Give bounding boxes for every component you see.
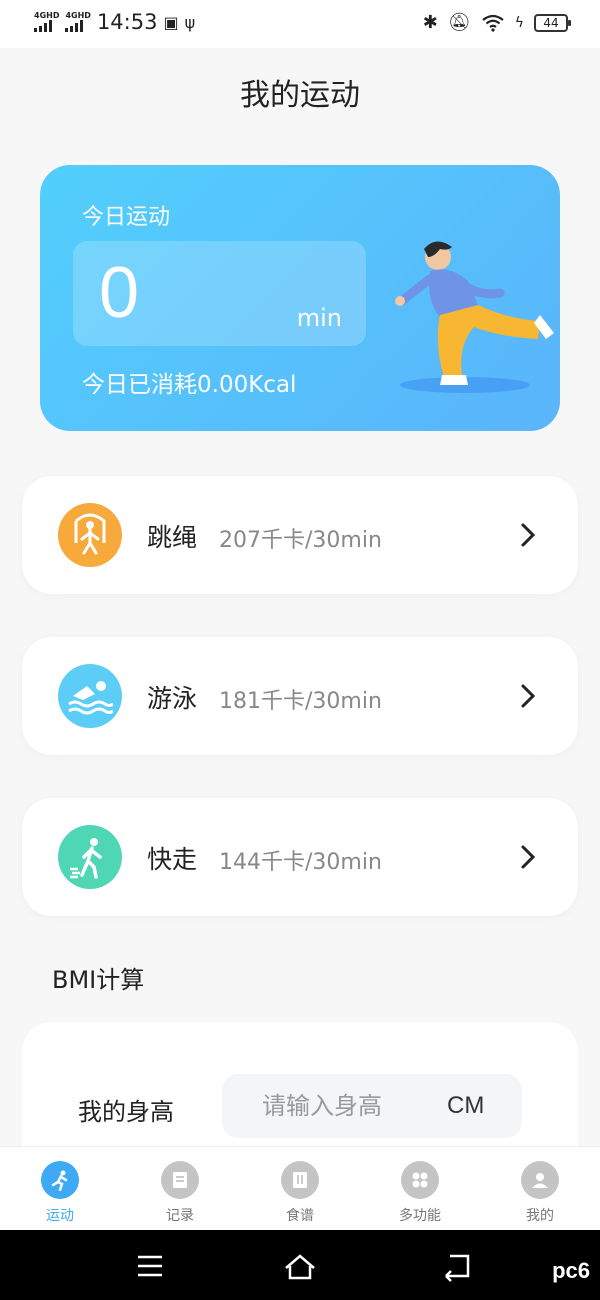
wifi-icon bbox=[482, 14, 504, 32]
profile-icon bbox=[521, 1161, 559, 1199]
exercise-card-brisk-walk[interactable]: 快走 144千卡/30min bbox=[22, 798, 578, 916]
signal-icon-2: 4GHD bbox=[65, 11, 91, 32]
back-icon[interactable] bbox=[440, 1248, 476, 1284]
usb-debug-icon: ▣ bbox=[163, 12, 179, 32]
battery-icon: 44 bbox=[534, 13, 571, 32]
bottom-tab-bar: 运动 记录 食谱 多功能 我的 bbox=[0, 1146, 600, 1231]
battery-level: 44 bbox=[543, 15, 559, 30]
system-navigation-bar: pc6 bbox=[0, 1230, 600, 1300]
exercise-minutes-unit: min bbox=[296, 304, 342, 332]
tab-exercise[interactable]: 运动 bbox=[0, 1147, 120, 1231]
jump-rope-icon bbox=[58, 503, 122, 567]
tab-label: 记录 bbox=[166, 1208, 194, 1224]
status-bar: 4GHD 4GHD 14:53 ▣ ψ ✱ 🔕︎ ϟ 44 bbox=[0, 0, 600, 48]
tab-records[interactable]: 记录 bbox=[120, 1147, 240, 1231]
tab-multi-function[interactable]: 多功能 bbox=[360, 1147, 480, 1231]
exercise-minutes-box: 0 min bbox=[73, 241, 366, 346]
recipe-icon bbox=[281, 1161, 319, 1199]
exercise-calories: 144千卡/30min bbox=[219, 850, 382, 875]
mute-icon: 🔕︎ bbox=[447, 12, 471, 33]
watermark-logo: pc6 bbox=[552, 1258, 590, 1283]
today-exercise-card: 今日运动 0 min 今日已消耗0.00Kcal bbox=[40, 165, 560, 431]
menu-icon[interactable] bbox=[132, 1248, 168, 1284]
multi-function-icon bbox=[401, 1161, 439, 1199]
record-icon bbox=[161, 1161, 199, 1199]
bluetooth-icon: ✱ bbox=[422, 12, 438, 33]
usb-icon: ψ bbox=[184, 12, 196, 32]
exercise-name: 游泳 bbox=[147, 684, 198, 713]
exercise-name: 跳绳 bbox=[147, 523, 198, 552]
walk-icon bbox=[58, 825, 122, 889]
exercise-calories: 181千卡/30min bbox=[219, 689, 382, 714]
exercise-card-jump-rope[interactable]: 跳绳 207千卡/30min bbox=[22, 476, 578, 594]
height-input[interactable] bbox=[260, 1091, 439, 1121]
signal-icon: 4GHD bbox=[34, 12, 59, 32]
tab-label: 我的 bbox=[526, 1208, 554, 1224]
exercise-name: 快走 bbox=[147, 845, 198, 874]
runner-illustration bbox=[395, 241, 554, 393]
exercise-card-swimming[interactable]: 游泳 181千卡/30min bbox=[22, 637, 578, 755]
tab-profile[interactable]: 我的 bbox=[480, 1147, 600, 1231]
clock: 14:53 bbox=[96, 10, 158, 34]
swim-icon bbox=[58, 664, 122, 728]
calories-burned-text: 今日已消耗0.00Kcal bbox=[82, 372, 297, 398]
chevron-right-icon bbox=[521, 845, 536, 869]
status-left: 4GHD 4GHD 14:53 ▣ ψ bbox=[34, 10, 195, 34]
chevron-right-icon bbox=[521, 684, 536, 708]
tab-recipes[interactable]: 食谱 bbox=[240, 1147, 360, 1231]
status-right: ✱ 🔕︎ ϟ 44 bbox=[422, 12, 571, 33]
home-icon[interactable] bbox=[282, 1248, 318, 1284]
exercise-calories: 207千卡/30min bbox=[219, 528, 382, 553]
run-icon bbox=[41, 1161, 79, 1199]
network-type-2: 4GHD bbox=[65, 11, 91, 20]
bmi-section-title: BMI计算 bbox=[52, 966, 145, 994]
tab-label: 食谱 bbox=[286, 1208, 314, 1224]
network-type-1: 4GHD bbox=[34, 11, 60, 20]
tab-label: 运动 bbox=[46, 1208, 74, 1224]
exercise-minutes-value: 0 bbox=[99, 253, 140, 333]
page-title: 我的运动 bbox=[240, 78, 360, 113]
height-unit: CM bbox=[447, 1092, 485, 1119]
today-exercise-label: 今日运动 bbox=[82, 205, 171, 230]
charging-icon: ϟ bbox=[514, 14, 524, 31]
height-input-wrapper: CM bbox=[222, 1074, 522, 1138]
tab-label: 多功能 bbox=[399, 1208, 441, 1224]
height-label: 我的身高 bbox=[78, 1098, 174, 1126]
chevron-right-icon bbox=[521, 523, 536, 547]
